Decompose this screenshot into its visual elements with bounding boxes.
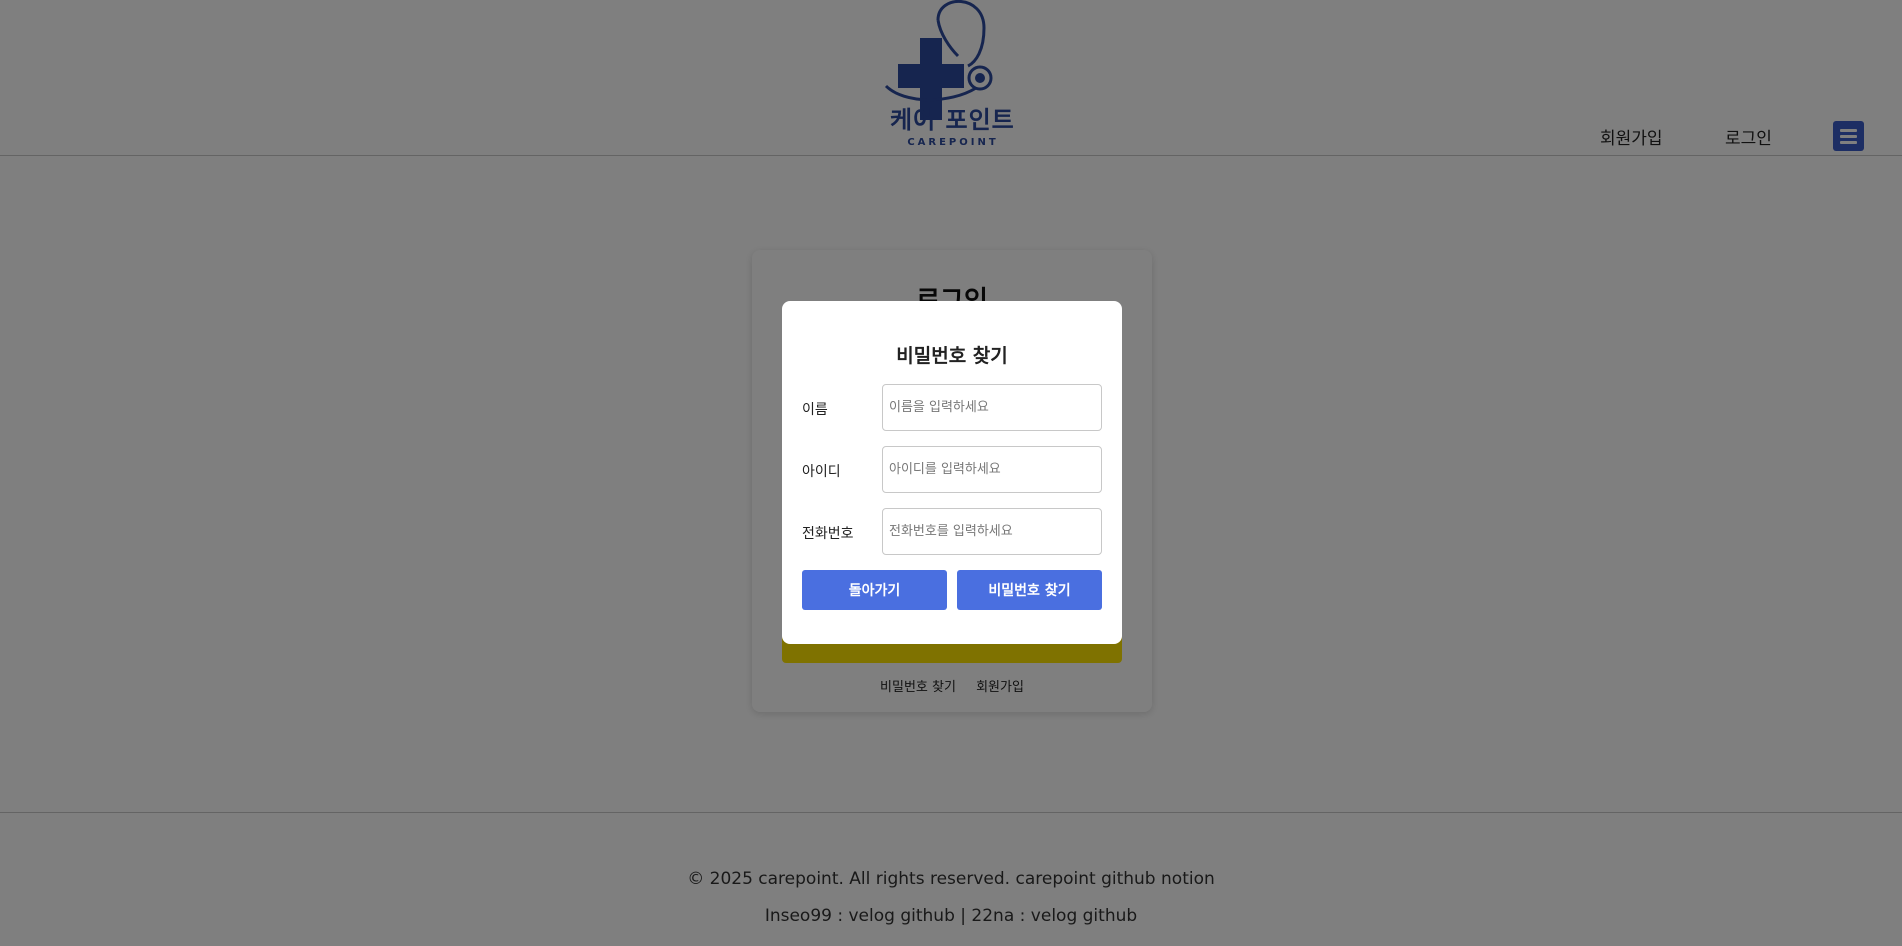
page: 케어 포인트 CAREPOINT 회원가입 로그인 로그인 비밀번호 찾기 회원… [0, 0, 1902, 946]
modal-title: 비밀번호 찾기 [896, 345, 1008, 367]
find-password-button[interactable]: 비밀번호 찾기 [957, 570, 1102, 610]
back-button[interactable]: 돌아가기 [802, 570, 947, 610]
find-password-modal: 비밀번호 찾기 이름 아이디 전화번호 돌아가기 비밀번호 찾기 [782, 301, 1122, 644]
phone-input[interactable] [882, 508, 1102, 555]
name-input[interactable] [882, 384, 1102, 431]
id-label: 아이디 [802, 464, 841, 480]
id-input[interactable] [882, 446, 1102, 493]
phone-label: 전화번호 [802, 526, 854, 542]
name-label: 이름 [802, 402, 828, 418]
